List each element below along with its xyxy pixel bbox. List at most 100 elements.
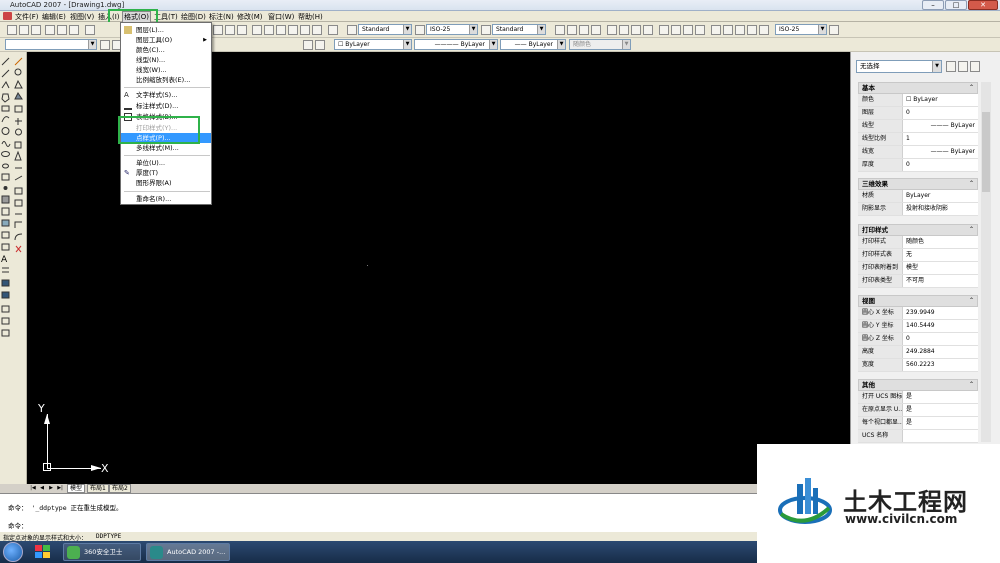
properties-scrollbar[interactable] bbox=[981, 82, 991, 442]
dim-angular-icon[interactable] bbox=[643, 25, 653, 35]
dim-ordinate-icon[interactable] bbox=[591, 25, 601, 35]
autocad-app-icon[interactable] bbox=[3, 12, 12, 20]
menu-file[interactable]: 文件(F) bbox=[15, 12, 39, 22]
sheet-set-icon[interactable] bbox=[300, 25, 310, 35]
property-row[interactable]: 阴影显示 投射和接收阴影 bbox=[858, 203, 978, 216]
menu-window[interactable]: 窗口(W) bbox=[268, 12, 294, 22]
first-tab-icon[interactable]: |◀ bbox=[29, 484, 37, 492]
dim-style-dropdown[interactable]: ISO-25 ▼ bbox=[426, 24, 478, 35]
property-row[interactable]: 圆心 Y 坐标 140.5449 bbox=[858, 320, 978, 333]
table-style-icon[interactable] bbox=[481, 25, 491, 35]
property-row[interactable]: 打印样式 随颜色 bbox=[858, 236, 978, 249]
menu-dimension[interactable]: 标注(N) bbox=[209, 12, 234, 22]
color-dropdown[interactable]: ☐ ByLayer ▼ bbox=[334, 39, 412, 50]
menu-view[interactable]: 视图(V) bbox=[70, 12, 94, 22]
property-row[interactable]: 宽度 560.2223 bbox=[858, 359, 978, 372]
quick-dim-icon[interactable] bbox=[659, 25, 669, 35]
property-row[interactable]: 在原点显示 U... 是 bbox=[858, 404, 978, 417]
command-window[interactable]: 命令： '_ddptype 正在重生成模型。 命令： bbox=[0, 493, 757, 532]
dim-continue-icon[interactable] bbox=[683, 25, 693, 35]
dim-linear-icon[interactable] bbox=[555, 25, 565, 35]
property-row[interactable]: 打开 UCS 图标是 bbox=[858, 391, 978, 404]
dim-style-icon[interactable] bbox=[415, 25, 425, 35]
menu-item-units[interactable]: 单位(U)... bbox=[121, 158, 211, 168]
dim-radius-icon[interactable] bbox=[607, 25, 617, 35]
zoom-previous-icon[interactable] bbox=[252, 25, 262, 35]
minimize-button[interactable]: – bbox=[922, 0, 944, 10]
property-row[interactable]: 图层 0 bbox=[858, 107, 978, 120]
lineweight-dropdown[interactable]: —— ByLayer ▼ bbox=[500, 39, 566, 50]
windows-explorer-icon[interactable] bbox=[34, 544, 52, 560]
tab-layout2[interactable]: 布局2 bbox=[109, 484, 131, 493]
workspace-dropdown[interactable]: ▼ bbox=[5, 39, 97, 50]
markup-icon[interactable] bbox=[312, 25, 322, 35]
design-center-icon[interactable] bbox=[276, 25, 286, 35]
menu-item-linetype[interactable]: 线型(N)... bbox=[121, 55, 211, 65]
dim-style-manager-icon[interactable] bbox=[829, 25, 839, 35]
property-row[interactable]: 线宽 ——— ByLayer bbox=[858, 146, 978, 159]
property-row[interactable]: UCS 名称 bbox=[858, 430, 978, 443]
pan-icon[interactable] bbox=[213, 25, 223, 35]
make-current-layer-icon[interactable] bbox=[303, 40, 313, 50]
zoom-realtime-icon[interactable] bbox=[225, 25, 235, 35]
tab-model[interactable]: 模型 bbox=[67, 484, 86, 493]
text-style-dropdown[interactable]: Standard ▼ bbox=[358, 24, 412, 35]
tolerance-icon[interactable] bbox=[711, 25, 721, 35]
section-header[interactable]: 打印样式 ⌃ bbox=[858, 224, 978, 236]
prev-tab-icon[interactable]: ◀ bbox=[38, 484, 46, 492]
quick-select-icon[interactable] bbox=[970, 61, 980, 72]
menu-item-rename[interactable]: 重命名(R)... bbox=[121, 194, 211, 204]
save-icon[interactable] bbox=[31, 25, 41, 35]
menu-modify[interactable]: 修改(M) bbox=[237, 12, 263, 22]
menu-item-dim-style[interactable]: 标注样式(D)... bbox=[121, 101, 211, 111]
property-row[interactable]: 每个视口都显... 是 bbox=[858, 417, 978, 430]
close-button[interactable]: ✕ bbox=[968, 0, 998, 10]
modify-tools-icons[interactable] bbox=[13, 56, 27, 256]
open-file-icon[interactable] bbox=[19, 25, 29, 35]
property-row[interactable]: 圆心 Z 坐标 0 bbox=[858, 333, 978, 346]
taskbar-autocad[interactable]: AutoCAD 2007 -... bbox=[146, 543, 230, 561]
property-row[interactable]: 颜色 ☐ ByLayer bbox=[858, 94, 978, 107]
toggle-pickadd-icon[interactable] bbox=[946, 61, 956, 72]
property-row[interactable]: 打印表类型 不可用 bbox=[858, 275, 978, 288]
dim-aligned-icon[interactable] bbox=[567, 25, 577, 35]
property-row[interactable]: 高度 249.2884 bbox=[858, 346, 978, 359]
property-row[interactable]: 打印表附着到 模型 bbox=[858, 262, 978, 275]
dim-edit-icon[interactable] bbox=[735, 25, 745, 35]
menu-item-color[interactable]: 颜色(C)... bbox=[121, 45, 211, 55]
menu-item-lineweight[interactable]: 线宽(W)... bbox=[121, 65, 211, 75]
section-header[interactable]: 视图 ⌃ bbox=[858, 295, 978, 307]
linetype-dropdown[interactable]: ———— ByLayer ▼ bbox=[414, 39, 498, 50]
command-prompt[interactable]: 命令： bbox=[8, 520, 28, 530]
preview-icon[interactable] bbox=[57, 25, 67, 35]
select-objects-icon[interactable] bbox=[958, 61, 968, 72]
tool-palettes-icon[interactable] bbox=[288, 25, 298, 35]
menu-item-text-style[interactable]: A 文字样式(S)... bbox=[121, 90, 211, 100]
property-row[interactable]: 线型比例 1 bbox=[858, 133, 978, 146]
section-header[interactable]: 其他 ⌃ bbox=[858, 379, 978, 391]
menu-draw[interactable]: 绘图(D) bbox=[181, 12, 206, 22]
dim-arc-icon[interactable] bbox=[579, 25, 589, 35]
dim-diameter-icon[interactable] bbox=[631, 25, 641, 35]
publish-icon[interactable] bbox=[69, 25, 79, 35]
menu-item-thickness[interactable]: ✎ 厚度(T) bbox=[121, 168, 211, 178]
last-tab-icon[interactable]: ▶| bbox=[56, 484, 64, 492]
taskbar-360-safeguard[interactable]: 360安全卫士 bbox=[63, 543, 141, 561]
menu-edit[interactable]: 编辑(E) bbox=[42, 12, 66, 22]
property-row[interactable]: 材质 ByLayer bbox=[858, 190, 978, 203]
menu-item-drawing-limits[interactable]: 图形界限(A) bbox=[121, 178, 211, 188]
section-header[interactable]: 基本 ⌃ bbox=[858, 82, 978, 94]
start-button[interactable] bbox=[3, 542, 23, 562]
section-header[interactable]: 三维效果 ⌃ bbox=[858, 178, 978, 190]
table-style-dropdown[interactable]: Standard ▼ bbox=[492, 24, 546, 35]
tab-layout1[interactable]: 布局1 bbox=[87, 484, 109, 493]
menu-help[interactable]: 帮助(H) bbox=[298, 12, 323, 22]
property-row[interactable]: 圆心 X 坐标 239.9949 bbox=[858, 307, 978, 320]
dim-baseline-icon[interactable] bbox=[671, 25, 681, 35]
maximize-button[interactable]: □ bbox=[945, 0, 967, 10]
menu-item-multiline-style[interactable]: 多线样式(M)... bbox=[121, 143, 211, 153]
property-row[interactable]: 线型 ——— ByLayer bbox=[858, 120, 978, 133]
center-mark-icon[interactable] bbox=[723, 25, 733, 35]
properties-icon[interactable] bbox=[264, 25, 274, 35]
plot-icon[interactable] bbox=[45, 25, 55, 35]
